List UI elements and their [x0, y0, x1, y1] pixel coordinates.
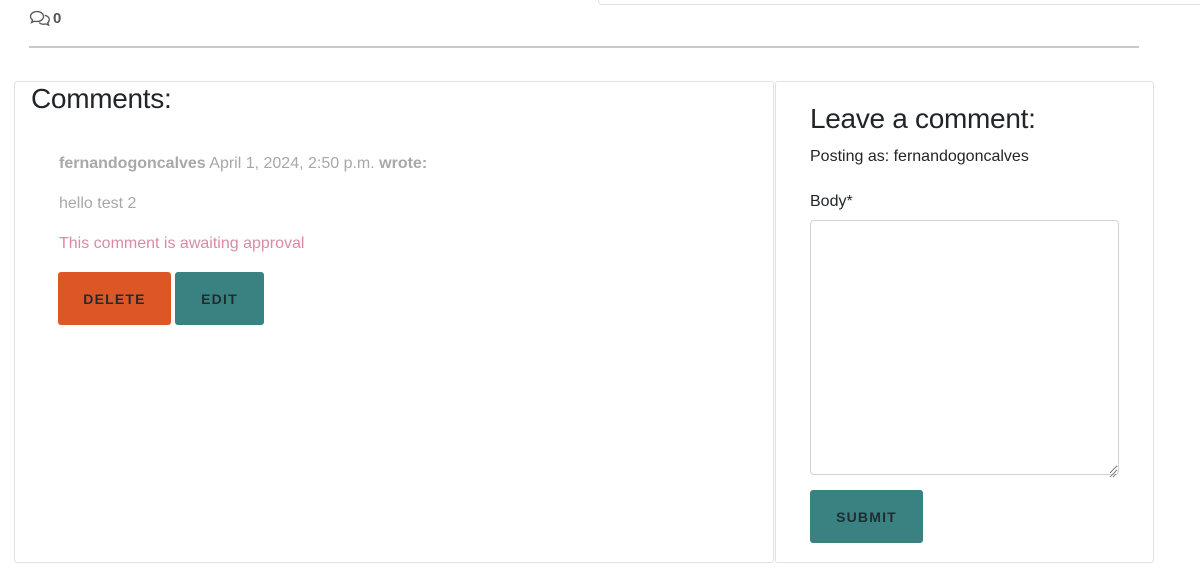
comment-form-card: Leave a comment: Posting as: fernandogon… — [775, 81, 1154, 563]
comment-date: April 1, 2024, 2:50 p.m. — [209, 155, 375, 172]
header-divider — [29, 46, 1139, 48]
comment-author: fernandogoncalves — [59, 155, 206, 172]
body-field-label: Body* — [810, 193, 853, 210]
delete-comment-button[interactable]: DELETE — [58, 272, 171, 325]
chat-bubbles-icon — [29, 9, 51, 27]
posting-as-text: Posting as: fernandogoncalves — [810, 148, 1029, 165]
edit-comment-button[interactable]: EDIT — [175, 272, 264, 325]
comment-body-textarea[interactable] — [810, 220, 1119, 475]
submit-comment-button[interactable]: SUBMIT — [810, 490, 923, 543]
comment-body: hello test 2 — [59, 195, 137, 212]
comments-title: Comments: — [31, 83, 172, 114]
comment-count: 0 — [29, 8, 61, 28]
resize-grip-icon[interactable] — [1109, 465, 1117, 478]
comments-card: Comments: fernandogoncalves April 1, 202… — [14, 81, 774, 563]
top-card-edge — [598, 0, 1200, 5]
comment-form-title: Leave a comment: — [810, 103, 1036, 134]
comment-approval-status: This comment is awaiting approval — [59, 235, 305, 252]
comment-wrote-label: wrote: — [379, 155, 428, 172]
comment-count-value: 0 — [53, 9, 62, 27]
comment-meta: fernandogoncalves April 1, 2024, 2:50 p.… — [59, 155, 427, 173]
